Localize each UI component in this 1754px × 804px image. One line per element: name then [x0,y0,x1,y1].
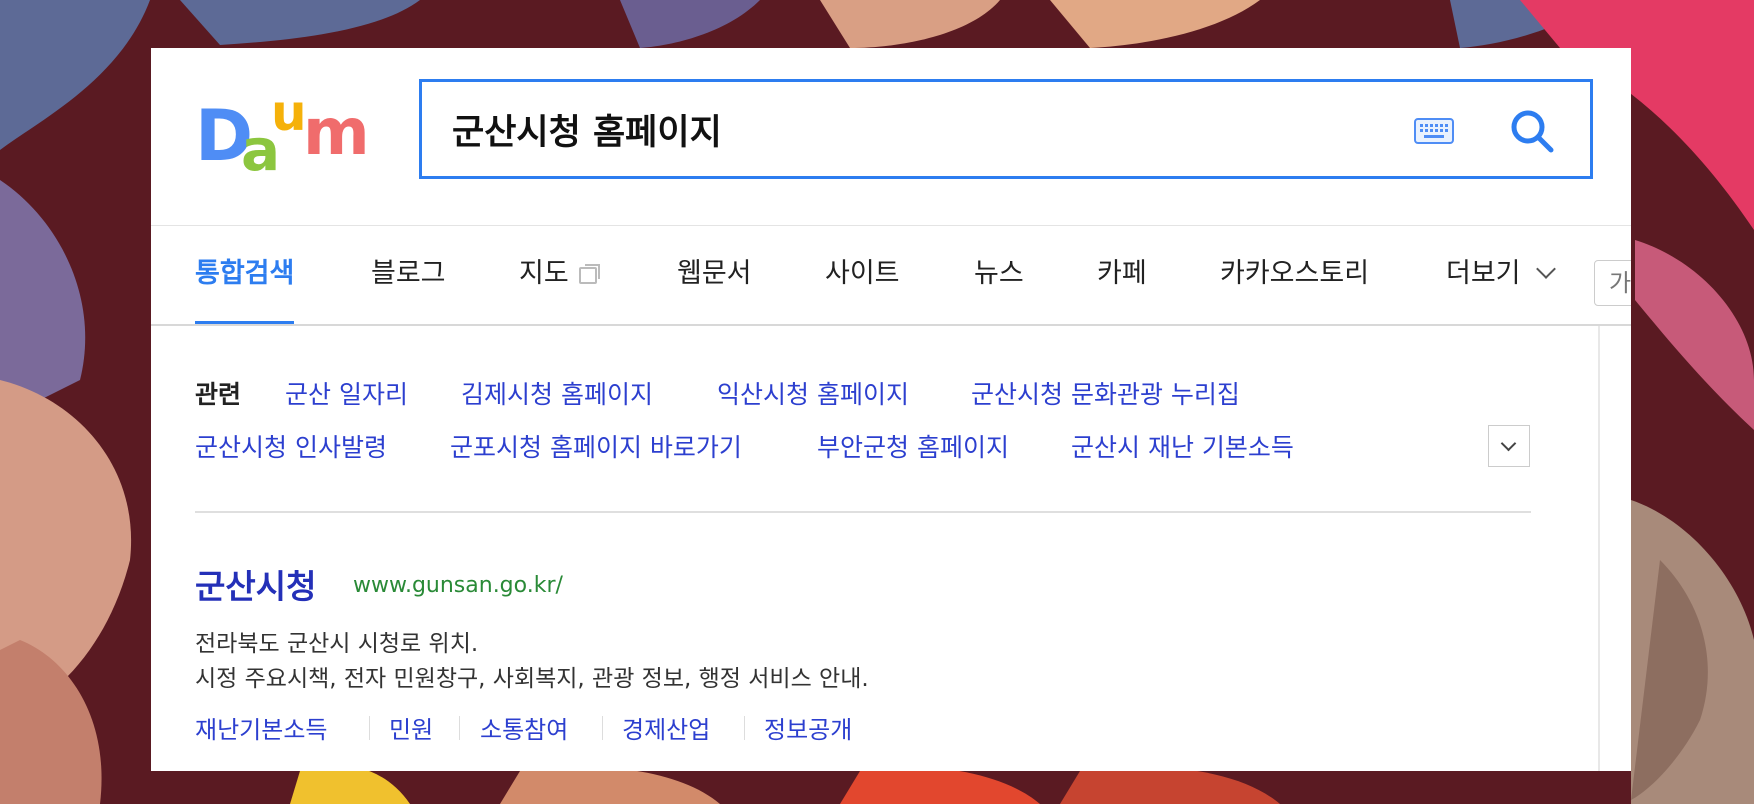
related-link[interactable]: 군산시청 인사발령 [195,428,387,464]
tab-label: 지도 [519,258,569,289]
result-url[interactable]: www.gunsan.go.kr/ [353,573,563,598]
result-sublink[interactable]: 민원 [389,710,433,745]
result-sublink[interactable]: 경제산업 [622,710,710,745]
content-right-border [1598,326,1600,771]
related-expand-button[interactable] [1488,425,1530,467]
related-link[interactable]: 군산시 재난 기본소득 [1071,428,1294,464]
result-sublink[interactable]: 재난기본소득 [195,710,327,745]
tab-integrated-search[interactable]: 통합검색 [195,226,295,372]
search-results-panel: D a u m 통합검색 블로그 지도 [151,48,1631,771]
tab-sites[interactable]: 사이트 [825,226,900,372]
svg-text:m: m [303,96,370,170]
popup-window-icon [578,264,600,284]
svg-text:u: u [271,88,307,142]
daum-logo[interactable]: D a u m [195,88,379,178]
tab-label: 더보기 [1446,258,1521,289]
tab-label: 카페 [1097,258,1147,289]
search-box[interactable] [419,79,1593,179]
tab-news[interactable]: 뉴스 [974,226,1024,372]
sublink-separator [369,716,370,740]
tab-label: 뉴스 [974,258,1024,289]
result-title[interactable]: 군산시청 [195,560,316,608]
sublink-separator [459,716,460,740]
related-link[interactable]: 익산시청 홈페이지 [717,375,909,411]
related-link[interactable]: 군산 일자리 [285,375,408,411]
tab-label: 카카오스토리 [1220,258,1370,289]
tab-label: 통합검색 [195,258,295,289]
tab-more[interactable]: 더보기 [1446,226,1556,372]
section-divider [195,511,1531,513]
search-icon[interactable] [1509,108,1555,154]
tab-web-documents[interactable]: 웹문서 [677,226,752,372]
search-input[interactable] [452,100,1332,158]
result-description-line: 시정 주요시책, 전자 민원창구, 사회복지, 관광 정보, 행정 서비스 안내… [195,666,869,692]
related-link[interactable]: 군포시청 홈페이지 바로가기 [450,428,742,464]
sublink-separator [602,716,603,740]
tab-label: 웹문서 [677,258,752,289]
tab-label: 블로그 [371,258,446,289]
tab-kakaostory[interactable]: 카카오스토리 [1220,226,1369,372]
related-link[interactable]: 부안군청 홈페이지 [817,428,1009,464]
tab-map[interactable]: 지도 [519,226,600,372]
tabs-divider [151,324,1631,326]
result-sublink[interactable]: 소통참여 [480,710,568,745]
tab-label: 사이트 [825,258,900,289]
tab-scroll-next[interactable]: 가 [1594,260,1631,306]
related-label: 관련 [195,380,242,409]
tab-cafe[interactable]: 카페 [1097,226,1147,372]
sublink-separator [744,716,745,740]
result-description-line: 전라북도 군산시 시청로 위치. [195,631,479,657]
result-sublink[interactable]: 정보공개 [764,710,852,745]
keyboard-icon[interactable] [1414,118,1454,144]
tab-blog[interactable]: 블로그 [371,226,446,372]
chevron-down-icon [1535,259,1556,279]
related-link[interactable]: 군산시청 문화관광 누리집 [971,375,1240,411]
related-link[interactable]: 김제시청 홈페이지 [461,375,653,411]
chevron-down-icon [1500,435,1517,452]
search-tabs: 통합검색 블로그 지도 웹문서 사이트 뉴스 카페 카카오스토리 더보기 가 [151,226,1631,373]
